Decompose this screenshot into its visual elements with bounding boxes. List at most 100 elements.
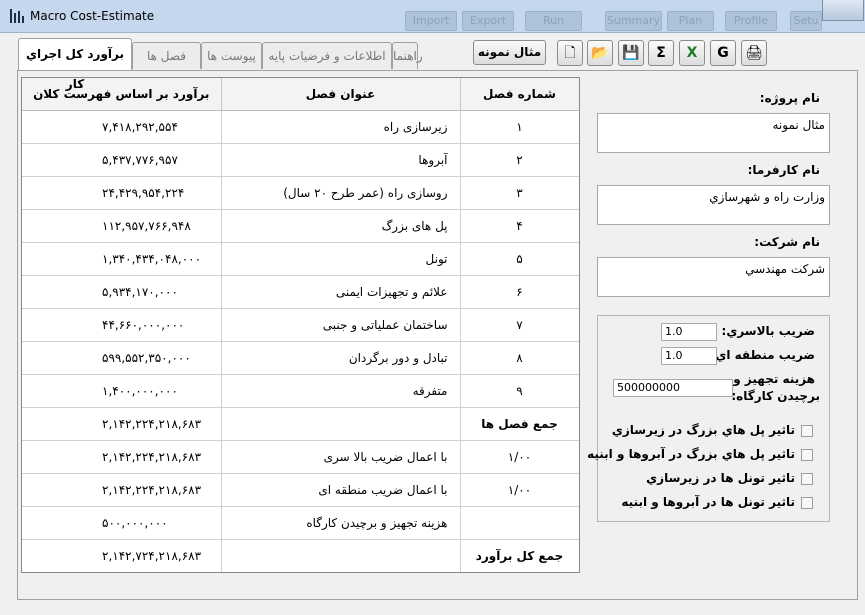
chapter-number-cell[interactable]: ۳: [460, 176, 579, 210]
chapter-title-cell[interactable]: روسازی راه (عمر طرح ۲۰ سال): [221, 176, 461, 210]
table-row[interactable]: ۱۱۲,۹۵۷,۷۶۶,۹۴۸ پل های بزرگ ۴: [22, 209, 579, 243]
chapter-title-cell[interactable]: با اعمال ضریب منطقه ای: [221, 473, 461, 507]
save-icon[interactable]: 💾: [618, 40, 644, 66]
tab-total-estimate[interactable]: برآورد كل اجراي كار: [18, 38, 132, 91]
table-row[interactable]: ۵۰۰,۰۰۰,۰۰۰ هزینه تجهیز و برچیدن کارگاه: [22, 506, 579, 540]
minimize-button[interactable]: [822, 0, 864, 21]
chapter-title-cell[interactable]: آبروها: [221, 143, 461, 177]
checkbox-bridges-subgrade[interactable]: [801, 425, 813, 437]
chapter-number-cell[interactable]: ۲: [460, 143, 579, 177]
regional-coefficient-input[interactable]: 1.0: [661, 347, 717, 365]
checkbox-tunnels-culverts-label: تاثير تونل ها در آبروها و ابنيه: [621, 495, 795, 509]
checkbox-tunnels-culverts[interactable]: [801, 497, 813, 509]
table-row[interactable]: ۵,۹۳۴,۱۷۰,۰۰۰ علائم و تجهیزات ایمنی ۶: [22, 275, 579, 309]
workshop-cost-input[interactable]: 500000000: [613, 379, 733, 397]
amount-cell[interactable]: ۲۴,۴۲۹,۹۵۴,۲۲۴: [22, 176, 222, 210]
new-file-icon[interactable]: 🗋: [557, 40, 583, 66]
chapter-title-cell[interactable]: هزینه تجهیز و برچیدن کارگاه: [221, 506, 461, 540]
column-header-amount[interactable]: برآورد بر اساس فهرست كلان: [22, 78, 222, 111]
print-icon[interactable]: 🖨: [741, 40, 767, 66]
chapter-title-cell[interactable]: متفرقه: [221, 374, 461, 408]
column-header-number[interactable]: شماره فصل: [460, 78, 579, 111]
chapter-number-cell[interactable]: ۹: [460, 374, 579, 408]
amount-cell[interactable]: ۱,۴۰۰,۰۰۰,۰۰۰: [22, 374, 222, 408]
table-row[interactable]: ۲,۱۴۲,۲۲۴,۲۱۸,۶۸۳ با اعمال ضریب بالا سری ۱…: [22, 440, 579, 474]
amount-cell[interactable]: ۱۱۲,۹۵۷,۷۶۶,۹۴۸: [22, 209, 222, 243]
chapter-number-cell[interactable]: جمع فصل ها: [460, 407, 579, 441]
chapter-title-cell[interactable]: [221, 407, 461, 441]
chapter-title-cell[interactable]: تبادل و دور برگردان: [221, 341, 461, 375]
employer-name-field[interactable]: وزارت راه و شهرسازي: [597, 185, 830, 225]
amount-cell[interactable]: ۵۹۹,۵۵۲,۳۵۰,۰۰۰: [22, 341, 222, 375]
tab-chapters[interactable]: فصل ها: [132, 42, 201, 69]
tab-base-info[interactable]: اطلاعات و فرضيات پايه: [262, 42, 392, 69]
bg-profile-button: Profile: [725, 11, 777, 31]
chapter-number-cell[interactable]: ۸: [460, 341, 579, 375]
table-row[interactable]: ۵۹۹,۵۵۲,۳۵۰,۰۰۰ تبادل و دور برگردان ۸: [22, 341, 579, 375]
amount-cell[interactable]: ۴۴,۶۶۰,۰۰۰,۰۰۰: [22, 308, 222, 342]
project-name-field[interactable]: مثال نمونه: [597, 113, 830, 153]
amount-cell[interactable]: ۲,۱۴۲,۲۲۴,۲۱۸,۶۸۳: [22, 407, 222, 441]
table-row[interactable]: ۵,۴۳۷,۷۷۶,۹۵۷ آبروها ۲: [22, 143, 579, 177]
bg-plan-button: Plan: [667, 11, 714, 31]
app-icon: [10, 9, 24, 23]
chapter-title-cell[interactable]: ساختمان عملیاتی و جنبی: [221, 308, 461, 342]
bg-setup-button: Setu: [790, 11, 822, 31]
amount-cell[interactable]: ۲,۱۴۲,۲۲۴,۲۱۸,۶۸۳: [22, 473, 222, 507]
chapter-title-cell[interactable]: پل های بزرگ: [221, 209, 461, 243]
chapter-number-cell[interactable]: جمع کل برآورد: [460, 539, 579, 572]
chapter-number-cell[interactable]: ۵: [460, 242, 579, 276]
amount-cell[interactable]: ۱,۳۴۰,۴۳۴,۰۴۸,۰۰۰: [22, 242, 222, 276]
column-header-title[interactable]: عنوان فصل: [221, 78, 461, 111]
open-folder-icon[interactable]: 📂: [587, 40, 613, 66]
amount-cell[interactable]: ۵۰۰,۰۰۰,۰۰۰: [22, 506, 222, 540]
tab-strip: برآورد كل اجراي كار فصل ها پیوست ها اطلا…: [18, 38, 423, 91]
chapter-number-cell[interactable]: ۷: [460, 308, 579, 342]
workshop-cost-label-line2: برچيدن كارگاه:: [731, 389, 820, 403]
table-row[interactable]: ۲,۱۴۲,۲۲۴,۲۱۸,۶۸۳ جمع فصل ها: [22, 407, 579, 441]
checkbox-tunnels-subgrade-label: تاثير تونل ها در زيرسازي: [646, 471, 795, 485]
chapter-title-cell[interactable]: علائم و تجهیزات ایمنی: [221, 275, 461, 309]
table-row[interactable]: ۱,۴۰۰,۰۰۰,۰۰۰ متفرقه ۹: [22, 374, 579, 408]
amount-cell[interactable]: ۲,۱۴۲,۷۲۴,۲۱۸,۶۸۳: [22, 539, 222, 572]
overhead-coefficient-input[interactable]: 1.0: [661, 323, 717, 341]
amount-cell[interactable]: ۵,۹۳۴,۱۷۰,۰۰۰: [22, 275, 222, 309]
chapter-title-cell[interactable]: تونل: [221, 242, 461, 276]
amount-cell[interactable]: ۷,۴۱۸,۲۹۲,۵۵۴: [22, 110, 222, 144]
regional-coefficient-label: ضريب منطقه اي:: [710, 348, 815, 362]
sum-icon[interactable]: Σ: [648, 40, 674, 66]
excel-icon[interactable]: X: [679, 40, 705, 66]
g-icon[interactable]: G: [710, 40, 736, 66]
chapter-title-cell[interactable]: زیرسازی راه: [221, 110, 461, 144]
chapter-title-cell[interactable]: [221, 539, 461, 572]
title-bar: Import Export Run Summary Plan Profile S…: [0, 0, 865, 33]
tab-appendices[interactable]: پیوست ها: [201, 42, 262, 69]
estimate-grid[interactable]: برآورد بر اساس فهرست كلان عنوان فصل شمار…: [21, 77, 580, 573]
chapter-number-cell[interactable]: ۴: [460, 209, 579, 243]
table-row[interactable]: ۲,۱۴۲,۷۲۴,۲۱۸,۶۸۳ جمع کل برآورد: [22, 539, 579, 572]
checkbox-tunnels-subgrade[interactable]: [801, 473, 813, 485]
chapter-number-cell[interactable]: ۱: [460, 110, 579, 144]
company-name-field[interactable]: شركت مهندسي: [597, 257, 830, 297]
employer-name-label: نام كارفرما:: [747, 163, 820, 177]
bg-export-button: Export: [462, 11, 514, 31]
table-row[interactable]: ۴۴,۶۶۰,۰۰۰,۰۰۰ ساختمان عملیاتی و جنبی ۷: [22, 308, 579, 342]
chapter-number-cell[interactable]: [460, 506, 579, 540]
checkbox-bridges-culverts-label: تاثير پل هاي بزرگ در آبروها و ابنيه: [587, 447, 795, 461]
project-name-label: نام پروژه:: [759, 91, 820, 105]
amount-cell[interactable]: ۵,۴۳۷,۷۷۶,۹۵۷: [22, 143, 222, 177]
table-row[interactable]: ۷,۴۱۸,۲۹۲,۵۵۴ زیرسازی راه ۱: [22, 110, 579, 144]
amount-cell[interactable]: ۲,۱۴۲,۲۲۴,۲۱۸,۶۸۳: [22, 440, 222, 474]
chapter-number-cell[interactable]: ۱/۰۰: [460, 473, 579, 507]
checkbox-bridges-culverts[interactable]: [801, 449, 813, 461]
chapter-title-cell[interactable]: با اعمال ضریب بالا سری: [221, 440, 461, 474]
chapter-number-cell[interactable]: ۶: [460, 275, 579, 309]
example-button[interactable]: مثال نمونه: [473, 40, 546, 65]
chapter-number-cell[interactable]: ۱/۰۰: [460, 440, 579, 474]
workshop-cost-label-line1: هزينه تجهيز و: [733, 372, 815, 386]
table-row[interactable]: ۱,۳۴۰,۴۳۴,۰۴۸,۰۰۰ تونل ۵: [22, 242, 579, 276]
checkbox-bridges-subgrade-label: تاثير پل هاي بزرگ در زيرسازي: [611, 423, 795, 437]
tab-help[interactable]: راهنما: [392, 42, 423, 69]
table-row[interactable]: ۲,۱۴۲,۲۲۴,۲۱۸,۶۸۳ با اعمال ضریب منطقه ای ۱…: [22, 473, 579, 507]
table-row[interactable]: ۲۴,۴۲۹,۹۵۴,۲۲۴ روسازی راه (عمر طرح ۲۰ سال…: [22, 176, 579, 210]
